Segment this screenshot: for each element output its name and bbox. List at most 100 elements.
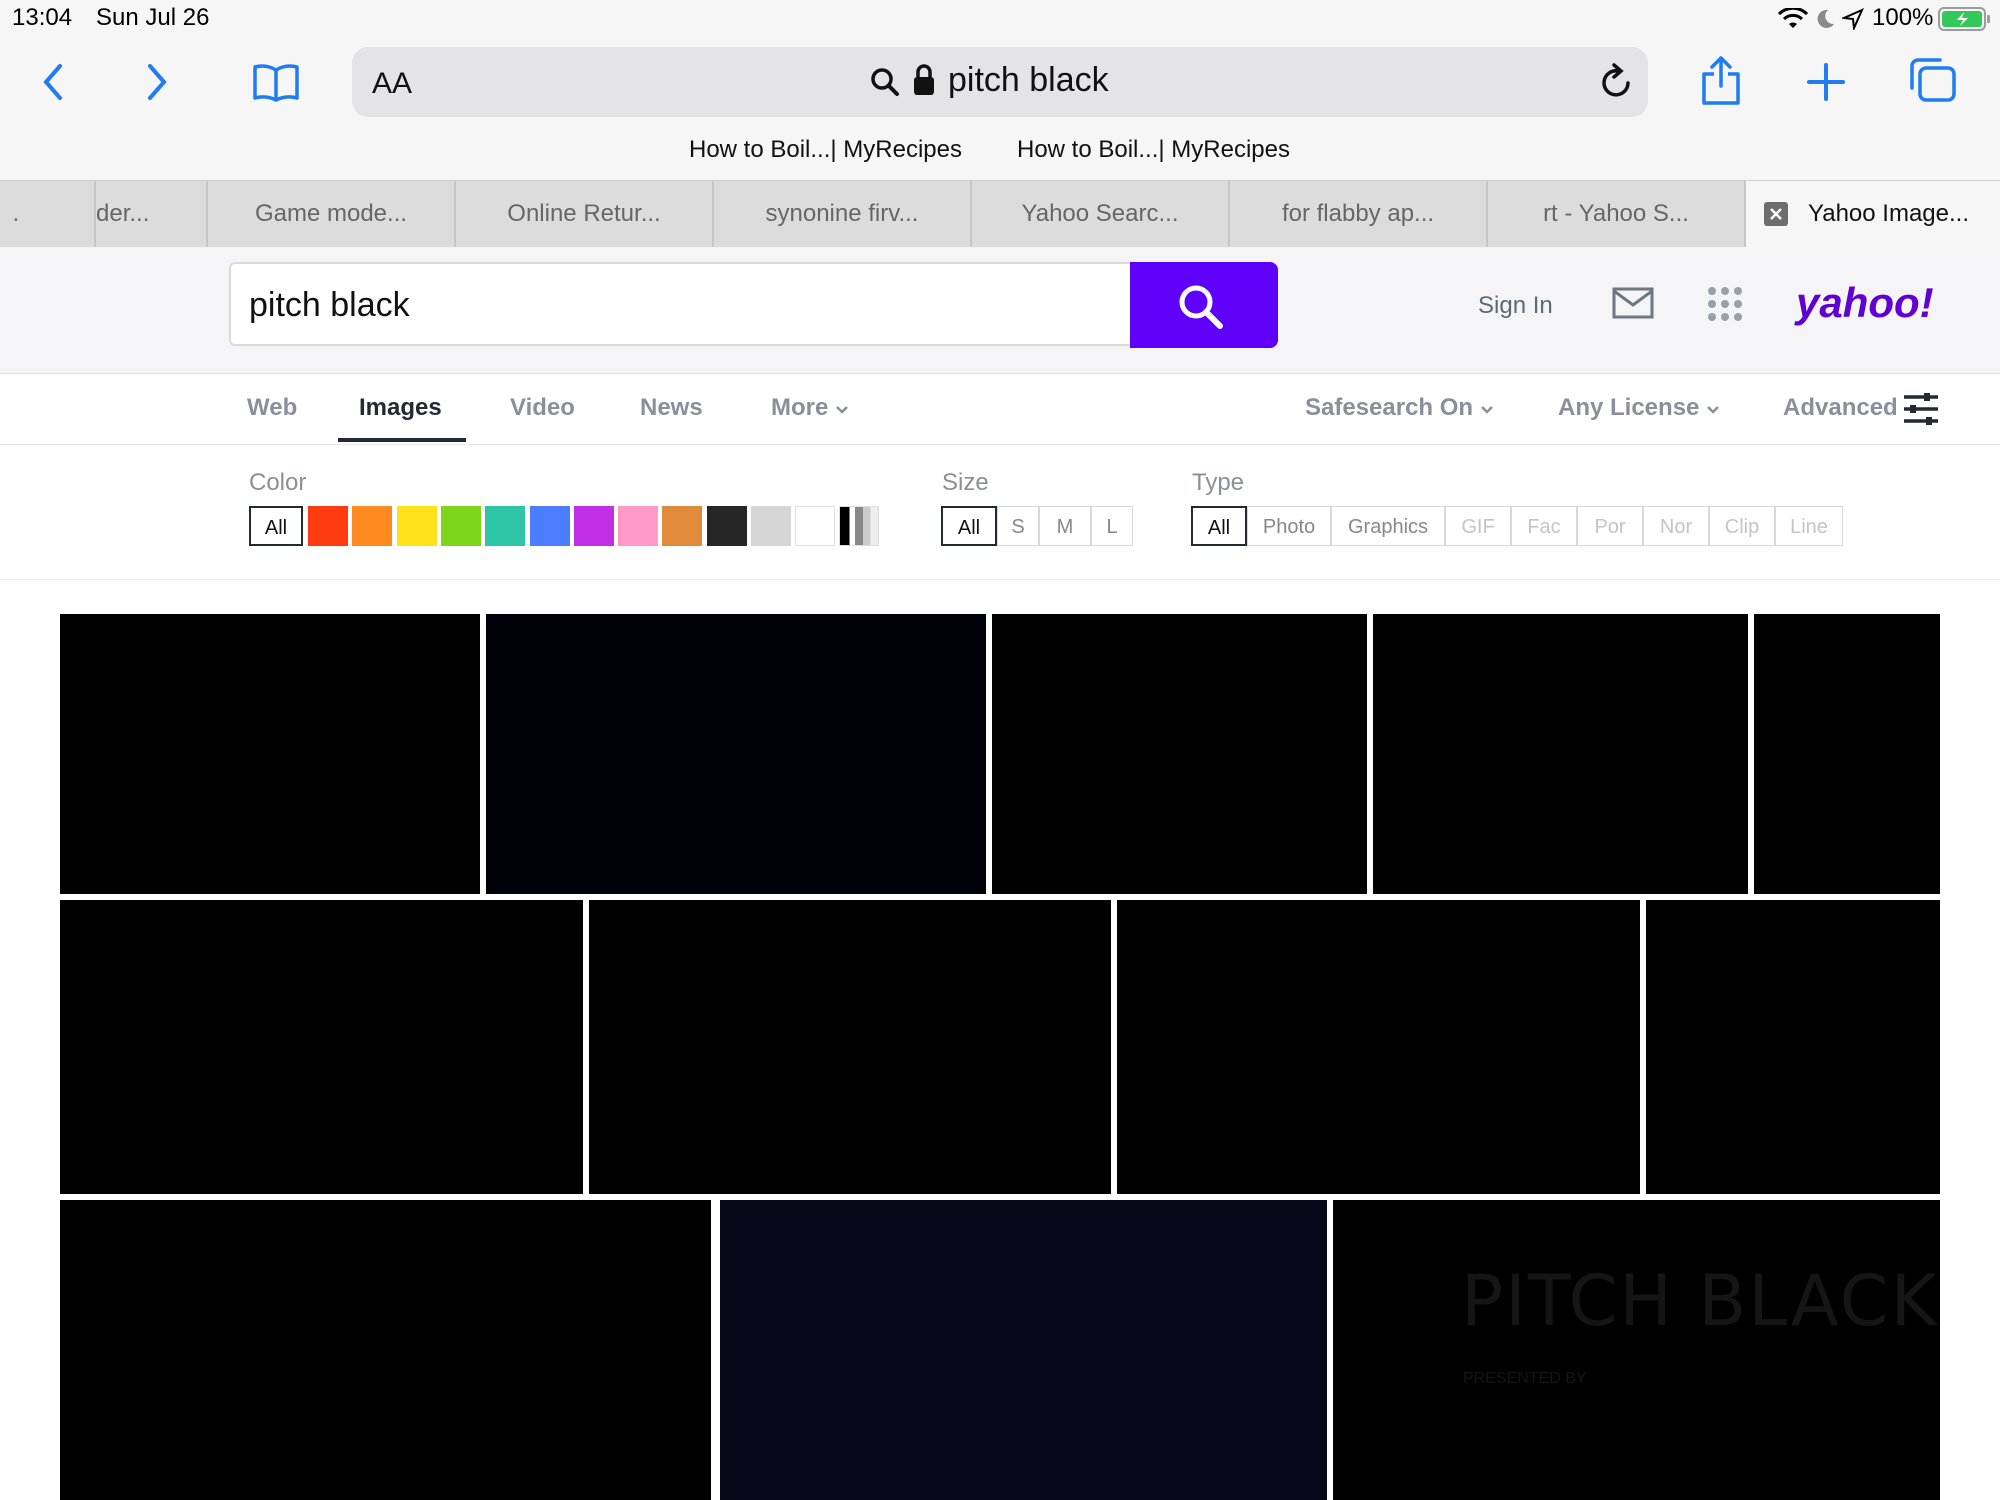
search-input-value: pitch black <box>249 286 410 324</box>
type-all-button[interactable]: All <box>1191 506 1247 546</box>
tab-4[interactable]: synonine firv... <box>712 181 970 247</box>
address-bar[interactable]: AA pitch black <box>352 47 1648 117</box>
image-result[interactable] <box>1373 614 1748 894</box>
image-result[interactable] <box>60 614 480 894</box>
color-swatch[interactable] <box>397 506 437 546</box>
safesearch-dropdown[interactable]: Safesearch On <box>1305 394 1494 422</box>
active-tab-label: Yahoo Image... <box>1808 200 1969 227</box>
text-size-button[interactable]: AA <box>372 67 412 101</box>
type-lineart-button[interactable]: Line <box>1775 506 1843 546</box>
license-dropdown[interactable]: Any License <box>1558 394 1720 422</box>
search-icon <box>871 68 899 96</box>
location-arrow-icon <box>1842 8 1864 30</box>
image-result[interactable] <box>589 900 1111 1194</box>
active-nav-underline <box>338 438 466 442</box>
lock-icon <box>914 64 934 95</box>
browser-toolbar: AA pitch black How to Boil...| MyRecipes… <box>0 38 2000 180</box>
color-swatch[interactable] <box>795 506 835 546</box>
tab-0[interactable]: . <box>0 181 32 247</box>
mail-icon[interactable] <box>1612 287 1654 319</box>
image-result[interactable]: PITCH BLACK PRESENTED BY <box>1333 1200 1940 1500</box>
image-result[interactable] <box>1646 900 1940 1194</box>
moon-icon <box>1817 9 1834 28</box>
color-swatch[interactable] <box>618 506 658 546</box>
favorites-link-1[interactable]: How to Boil...| MyRecipes <box>689 136 962 164</box>
nav-video[interactable]: Video <box>510 394 575 422</box>
share-icon[interactable] <box>1700 56 1742 106</box>
color-swatch[interactable] <box>574 506 614 546</box>
search-button[interactable] <box>1130 262 1278 348</box>
image-filters: Color All Size All S M L Type All Photo … <box>0 445 2000 580</box>
color-swatch[interactable] <box>662 506 702 546</box>
size-l-button[interactable]: L <box>1091 506 1133 546</box>
nav-more-label: More <box>771 394 829 421</box>
battery-icon <box>1938 7 1990 31</box>
yahoo-header: pitch black Sign In yahoo! <box>0 247 2000 374</box>
close-tab-icon[interactable] <box>1764 202 1788 226</box>
tab-1[interactable]: der... <box>94 181 206 247</box>
type-faces-button[interactable]: Fac <box>1511 506 1577 546</box>
apps-grid-icon[interactable] <box>1706 285 1744 323</box>
yahoo-logo[interactable]: yahoo! <box>1796 279 1934 327</box>
nav-more[interactable]: More <box>771 394 849 422</box>
image-result[interactable] <box>60 1200 711 1500</box>
reload-icon[interactable] <box>1598 63 1634 101</box>
color-swatch[interactable] <box>441 506 481 546</box>
size-all-button[interactable]: All <box>941 506 997 546</box>
tab-7[interactable]: rt - Yahoo S... <box>1486 181 1744 247</box>
color-all-button[interactable]: All <box>249 506 303 546</box>
color-black-white-swatch[interactable] <box>839 506 879 546</box>
image-result[interactable] <box>60 900 583 1194</box>
type-gif-button[interactable]: GIF <box>1445 506 1511 546</box>
tabs-overview-icon[interactable] <box>1908 56 1958 104</box>
search-input[interactable]: pitch black <box>229 262 1135 346</box>
color-swatch[interactable] <box>485 506 525 546</box>
image-result[interactable] <box>486 614 986 894</box>
url-text: pitch black <box>948 61 1109 99</box>
color-filter-label: Color <box>249 469 307 496</box>
image-result[interactable] <box>1754 614 1940 894</box>
tab-6[interactable]: for flabby ap... <box>1228 181 1486 247</box>
status-time: 13:04 <box>12 4 73 31</box>
nav-images[interactable]: Images <box>359 394 442 422</box>
sign-in-link[interactable]: Sign In <box>1478 292 1553 320</box>
search-icon <box>1179 285 1223 329</box>
color-swatch[interactable] <box>707 506 747 546</box>
size-s-button[interactable]: S <box>997 506 1039 546</box>
safesearch-label: Safesearch On <box>1305 394 1474 421</box>
tab-5[interactable]: Yahoo Searc... <box>970 181 1228 247</box>
type-nonportrait-button[interactable]: Nor <box>1643 506 1709 546</box>
chevron-down-icon <box>1707 406 1719 414</box>
color-swatch[interactable] <box>308 506 348 546</box>
color-swatch[interactable] <box>530 506 570 546</box>
image-result[interactable] <box>720 1200 1327 1500</box>
tab-active[interactable]: Yahoo Image... <box>1744 181 2000 247</box>
chevron-down-icon <box>836 406 848 414</box>
favorites-link-2[interactable]: How to Boil...| MyRecipes <box>1017 136 1290 164</box>
status-bar: 13:04 Sun Jul 26 100% <box>0 0 2000 38</box>
back-icon[interactable] <box>38 62 68 102</box>
tab-3[interactable]: Online Retur... <box>454 181 712 247</box>
tab-bar: . der... Game mode... Online Retur... sy… <box>0 180 2000 248</box>
color-swatch[interactable] <box>352 506 392 546</box>
type-clipart-button[interactable]: Clip <box>1709 506 1775 546</box>
image-result[interactable] <box>1117 900 1640 1194</box>
image-result[interactable] <box>992 614 1367 894</box>
size-m-button[interactable]: M <box>1039 506 1091 546</box>
type-portrait-button[interactable]: Por <box>1577 506 1643 546</box>
nav-web[interactable]: Web <box>247 394 297 422</box>
nav-news[interactable]: News <box>640 394 703 422</box>
color-swatch[interactable] <box>751 506 791 546</box>
type-graphics-button[interactable]: Graphics <box>1331 506 1445 546</box>
new-tab-icon[interactable] <box>1806 62 1846 102</box>
type-photo-button[interactable]: Photo <box>1247 506 1331 546</box>
license-label: Any License <box>1558 394 1700 421</box>
wifi-icon <box>1778 8 1808 28</box>
advanced-link[interactable]: Advanced <box>1783 394 1898 422</box>
bookmarks-icon[interactable] <box>252 62 300 102</box>
forward-icon[interactable] <box>142 62 172 102</box>
tab-2[interactable]: Game mode... <box>206 181 454 247</box>
chevron-down-icon <box>1480 406 1493 414</box>
status-date: Sun Jul 26 <box>96 4 210 31</box>
filter-sliders-icon[interactable] <box>1902 392 1940 426</box>
